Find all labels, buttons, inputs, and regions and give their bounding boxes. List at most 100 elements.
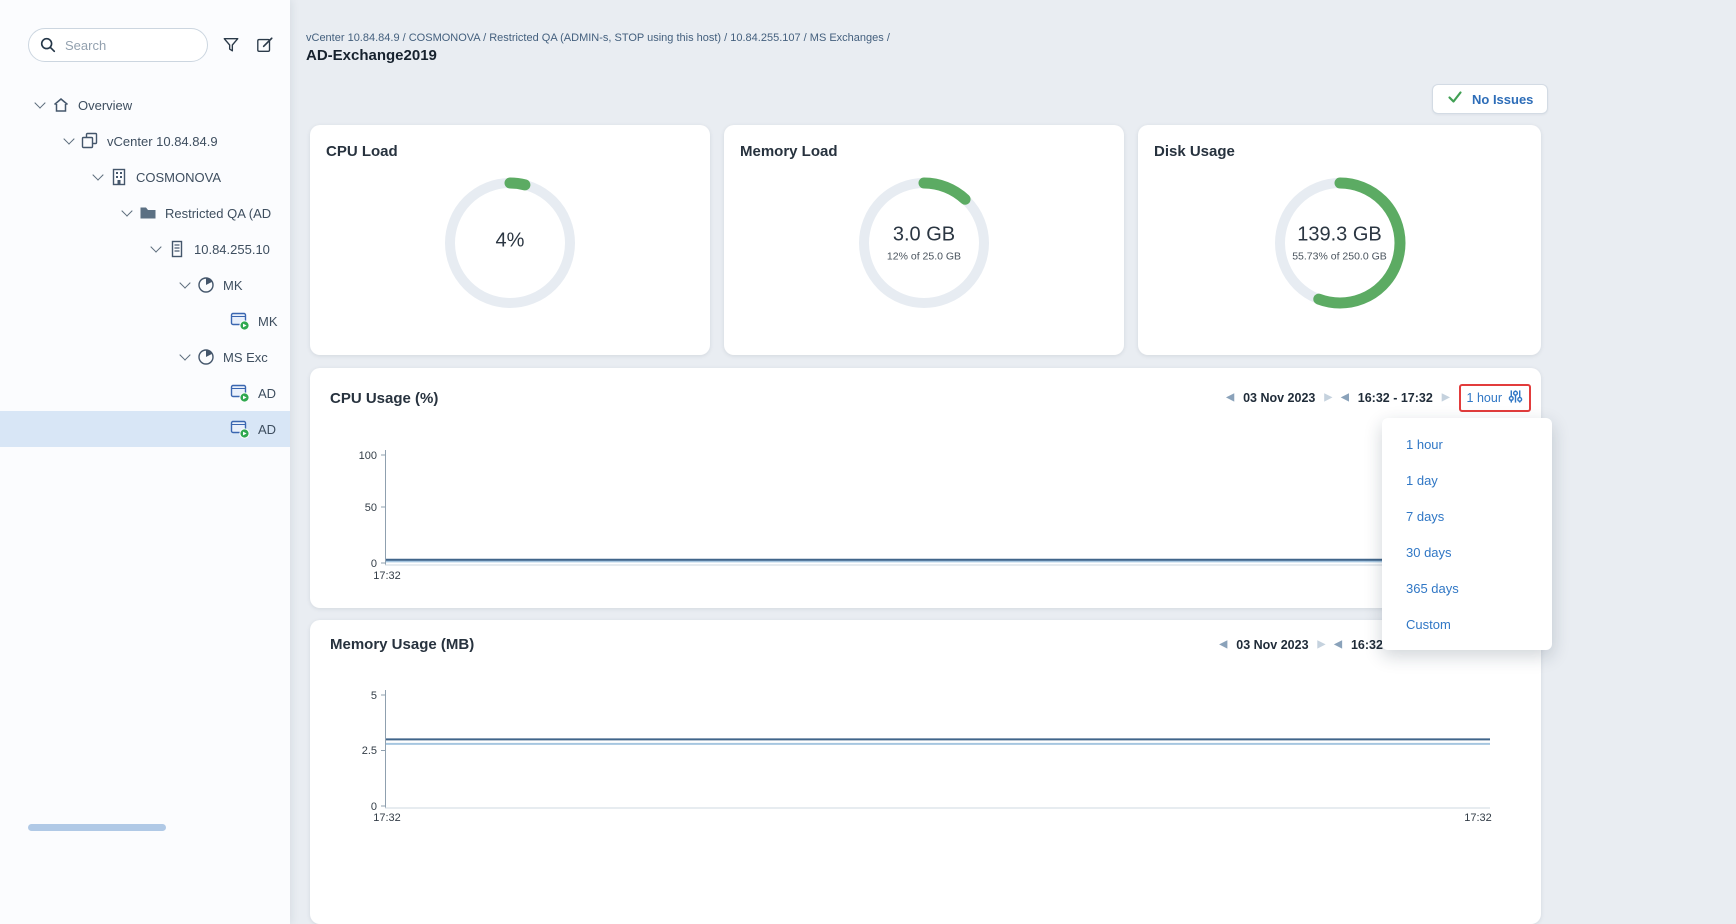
svg-text:50: 50 (365, 502, 377, 514)
memory-usage-chart: 5 2.5 0 17:32 17:32 (310, 665, 1541, 825)
inventory-tree: Overview vCenter 10.84.84.9 COSMONOVA (0, 87, 290, 447)
tree-item-label: vCenter 10.84.84.9 (107, 134, 218, 149)
card-title: Disk Usage (1154, 143, 1235, 160)
sidebar-item-mk-group[interactable]: MK (0, 267, 290, 303)
prev-day-icon[interactable]: ◀ (1226, 393, 1234, 403)
gauge-value-block: 3.0 GB 12% of 25.0 GB (864, 224, 984, 263)
compose-button[interactable] (250, 32, 280, 62)
card-title: Memory Load (740, 143, 838, 160)
chevron-down-icon[interactable] (92, 169, 103, 180)
sidebar-item-mk-vm[interactable]: MK (0, 303, 290, 339)
chevron-down-icon[interactable] (121, 205, 132, 216)
memory-load-card: Memory Load 3.0 GB 12% of 25.0 GB (724, 125, 1124, 355)
date-label: 03 Nov 2023 (1243, 391, 1315, 405)
gauge-value-block: 139.3 GB 55.73% of 250.0 GB (1280, 224, 1400, 263)
chevron-down-icon[interactable] (179, 277, 190, 288)
sidebar-item-restricted-qa[interactable]: Restricted QA (AD (0, 195, 290, 231)
menu-item-365-days[interactable]: 365 days (1382, 570, 1552, 606)
time-range-label: 16:32 - 17:32 (1358, 391, 1433, 405)
sidebar-item-ms-exchanges[interactable]: MS Exc (0, 339, 290, 375)
chevron-down-icon[interactable] (34, 97, 45, 108)
filter-icon (222, 36, 240, 59)
gauge-subtitle: 55.73% of 250.0 GB (1280, 251, 1400, 263)
filter-button[interactable] (216, 32, 246, 62)
cpu-usage-panel: CPU Usage (%) ◀ 03 Nov 2023 ▶ ◀ 16:32 - … (310, 368, 1541, 608)
sidebar-item-ad-vm-1[interactable]: AD (0, 375, 290, 411)
card-title: CPU Load (326, 143, 398, 160)
tree-item-label: Restricted QA (AD (165, 206, 271, 221)
svg-text:2.5: 2.5 (362, 745, 377, 757)
sidebar-toolbar (0, 28, 290, 66)
breadcrumb[interactable]: vCenter 10.84.84.9 / COSMONOVA / Restric… (306, 32, 890, 44)
svg-text:17:32: 17:32 (373, 812, 401, 824)
tree-item-label: MS Exc (223, 350, 268, 365)
vm-icon (230, 311, 250, 331)
tree-item-label: MK (223, 278, 243, 293)
tree-item-label: 10.84.255.10 (194, 242, 270, 257)
datacenter-icon (110, 168, 128, 186)
prev-range-icon[interactable]: ◀ (1341, 393, 1349, 403)
prev-day-icon[interactable]: ◀ (1220, 640, 1228, 650)
host-icon (168, 240, 186, 258)
search-icon (39, 36, 57, 54)
check-icon (1447, 89, 1463, 110)
sidebar: Overview vCenter 10.84.84.9 COSMONOVA (0, 0, 290, 924)
menu-item-custom[interactable]: Custom (1382, 606, 1552, 642)
next-range-icon[interactable]: ▶ (1442, 393, 1450, 403)
sidebar-item-vcenter[interactable]: vCenter 10.84.84.9 (0, 123, 290, 159)
menu-item-30-days[interactable]: 30 days (1382, 534, 1552, 570)
sidebar-item-overview[interactable]: Overview (0, 87, 290, 123)
resource-pool-icon (197, 348, 215, 366)
menu-item-1-day[interactable]: 1 day (1382, 462, 1552, 498)
resource-pool-icon (197, 276, 215, 294)
gauge-value: 4% (450, 230, 570, 253)
next-day-icon[interactable]: ▶ (1324, 393, 1332, 403)
chevron-down-icon[interactable] (63, 133, 74, 144)
cpu-load-card: CPU Load 4% (310, 125, 710, 355)
chevron-down-icon[interactable] (150, 241, 161, 252)
sidebar-item-ad-vm-2-selected[interactable]: AD (0, 411, 290, 447)
disk-usage-card: Disk Usage 139.3 GB 55.73% of 250.0 GB (1138, 125, 1541, 355)
tree-item-label: Overview (78, 98, 132, 113)
memory-usage-panel: Memory Usage (MB) ◀ 03 Nov 2023 ▶ ◀ 16:3… (310, 620, 1541, 924)
tree-item-label: MK (258, 314, 278, 329)
svg-text:17:32: 17:32 (1464, 812, 1492, 824)
panel-title: CPU Usage (%) (330, 390, 438, 407)
interval-highlight: 1 hour (1459, 384, 1531, 412)
svg-text:0: 0 (371, 558, 377, 570)
gauge-subtitle: 12% of 25.0 GB (864, 251, 984, 263)
menu-item-1-hour[interactable]: 1 hour (1382, 426, 1552, 462)
search-box[interactable] (28, 28, 208, 62)
no-issues-button[interactable]: No Issues (1432, 84, 1548, 114)
sidebar-item-cosmonova[interactable]: COSMONOVA (0, 159, 290, 195)
vm-icon (230, 419, 250, 439)
tree-item-label: COSMONOVA (136, 170, 221, 185)
interval-select[interactable]: 1 hour (1467, 389, 1523, 407)
tree-item-label: AD (258, 422, 276, 437)
cpu-panel-header: CPU Usage (%) ◀ 03 Nov 2023 ▶ ◀ 16:32 - … (310, 368, 1541, 412)
edit-icon (256, 36, 274, 59)
next-day-icon[interactable]: ▶ (1318, 640, 1326, 650)
page-title: AD-Exchange2019 (306, 47, 437, 64)
menu-item-7-days[interactable]: 7 days (1382, 498, 1552, 534)
sidebar-horizontal-scrollbar[interactable] (28, 824, 166, 831)
app-window: Overview vCenter 10.84.84.9 COSMONOVA (0, 0, 1736, 924)
vcenter-icon (81, 132, 99, 150)
prev-range-icon[interactable]: ◀ (1334, 640, 1342, 650)
folder-icon (139, 204, 157, 222)
svg-text:5: 5 (371, 690, 377, 702)
status-label: No Issues (1472, 92, 1533, 107)
search-input[interactable] (65, 38, 241, 53)
date-label: 03 Nov 2023 (1236, 638, 1308, 652)
sidebar-item-host[interactable]: 10.84.255.10 (0, 231, 290, 267)
cpu-date-controls: ◀ 03 Nov 2023 ▶ ◀ 16:32 - 17:32 ▶ 1 hour (1226, 384, 1531, 412)
interval-label: 1 hour (1467, 391, 1502, 405)
home-icon (52, 96, 70, 114)
memory-panel-header: Memory Usage (MB) ◀ 03 Nov 2023 ▶ ◀ 16:3… (310, 620, 1541, 653)
tree-item-label: AD (258, 386, 276, 401)
interval-dropdown-menu: 1 hour 1 day 7 days 30 days 365 days Cus… (1382, 418, 1552, 650)
chevron-down-icon[interactable] (179, 349, 190, 360)
cpu-usage-chart: 100 50 0 17:32 (310, 438, 1541, 588)
panel-title: Memory Usage (MB) (330, 636, 474, 653)
vm-icon (230, 383, 250, 403)
